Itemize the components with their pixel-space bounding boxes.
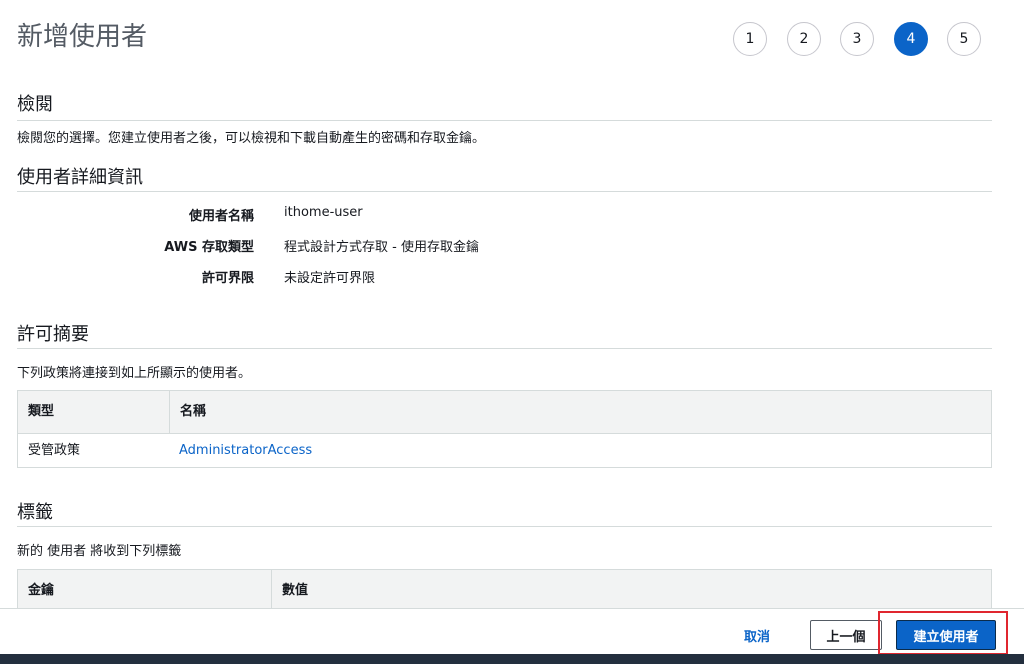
wizard-step-1[interactable]: 1 [733,22,767,56]
divider [17,526,992,527]
access-type-label: AWS 存取類型 [164,240,254,255]
tags-table: 金鑰 數值 [17,569,992,613]
footer-actions: 取消 上一個 建立使用者 [0,608,1024,655]
cancel-button[interactable]: 取消 [744,626,770,645]
wizard-step-4: 4 [894,22,928,56]
column-header-value: 數值 [271,570,991,612]
table-header: 金鑰 數值 [18,570,991,613]
permissions-table: 類型 名稱 受管政策 AdministratorAccess [17,390,992,468]
review-heading: 檢閱 [17,94,53,115]
divider [17,348,992,349]
column-header-name: 名稱 [169,391,991,433]
tags-description: 新的 使用者 將收到下列標籤 [17,544,182,559]
access-type-value: 程式設計方式存取 - 使用存取金鑰 [284,240,479,255]
policy-type-cell: 受管政策 [28,443,81,458]
permissions-boundary-value: 未設定許可界限 [284,271,376,286]
wizard-step-5: 5 [947,22,981,56]
wizard-step-2[interactable]: 2 [787,22,821,56]
table-row: 受管政策 AdministratorAccess [18,434,991,467]
page-title: 新增使用者 [17,22,148,52]
divider [17,120,992,121]
tags-heading: 標籤 [17,502,53,523]
user-details-heading: 使用者詳細資訊 [17,167,143,188]
divider [17,191,992,192]
column-header-key: 金鑰 [28,583,55,598]
table-header: 類型 名稱 [18,391,991,434]
column-header-type: 類型 [28,404,55,419]
previous-button[interactable]: 上一個 [810,620,882,650]
bottom-bar [0,654,1024,664]
highlight-box [878,611,1008,655]
permissions-heading: 許可摘要 [17,324,89,345]
username-value: ithome-user [284,205,363,220]
permissions-boundary-label: 許可界限 [201,271,254,286]
permissions-description: 下列政策將連接到如上所顯示的使用者。 [17,366,252,381]
review-description: 檢閱您的選擇。您建立使用者之後，可以檢視和下載自動產生的密碼和存取金鑰。 [17,131,486,146]
policy-name-link[interactable]: AdministratorAccess [169,434,312,467]
wizard-step-3[interactable]: 3 [840,22,874,56]
username-label: 使用者名稱 [188,209,254,224]
